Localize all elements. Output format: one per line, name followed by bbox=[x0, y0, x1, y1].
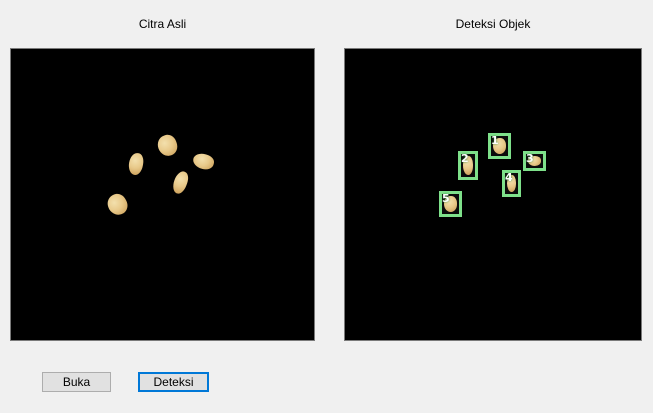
detection-number: 1 bbox=[491, 134, 499, 147]
detect-button[interactable]: Deteksi bbox=[138, 372, 209, 392]
kernel-image bbox=[127, 151, 145, 177]
detection-box: 1 bbox=[488, 133, 511, 159]
detection-box: 5 bbox=[439, 191, 462, 217]
open-button[interactable]: Buka bbox=[42, 372, 111, 392]
kernel-image bbox=[191, 151, 216, 172]
detection-box: 4 bbox=[502, 170, 521, 197]
detection-number: 3 bbox=[526, 152, 534, 165]
detection-number: 2 bbox=[461, 152, 469, 165]
kernel-image bbox=[104, 190, 131, 219]
detection-number: 4 bbox=[505, 171, 513, 184]
detection-box: 3 bbox=[523, 151, 546, 171]
kernel-image bbox=[170, 169, 191, 196]
detection-number: 5 bbox=[442, 192, 450, 205]
original-image-box bbox=[10, 48, 315, 341]
detection-box: 2 bbox=[458, 151, 478, 180]
object-detection-label: Deteksi Objek bbox=[455, 17, 531, 31]
kernel-image bbox=[154, 132, 181, 159]
original-image-label: Citra Asli bbox=[138, 17, 187, 31]
detection-image-box: 1 2 3 4 5 bbox=[344, 48, 642, 341]
